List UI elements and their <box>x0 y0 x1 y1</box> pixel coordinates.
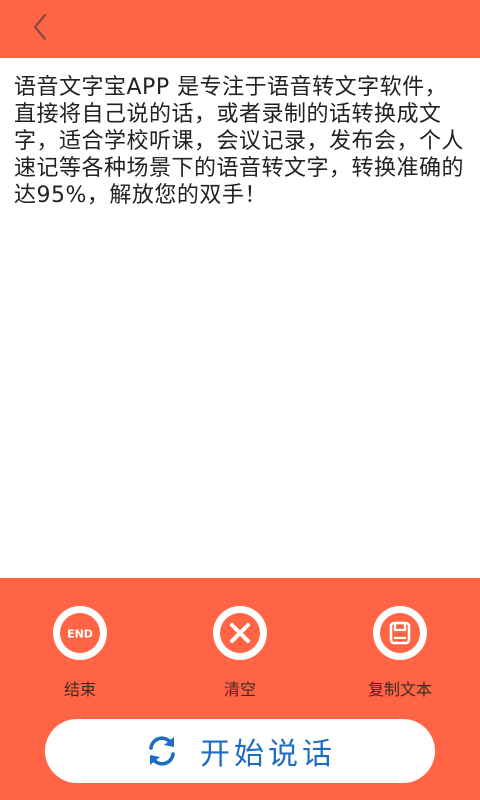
save-disk-icon <box>373 606 427 660</box>
end-button[interactable]: END 结束 <box>25 606 135 700</box>
chevron-left-icon <box>33 13 47 41</box>
clear-label: 清空 <box>223 680 256 699</box>
refresh-icon <box>149 736 175 766</box>
copy-text-button[interactable]: 复制文本 <box>345 606 455 700</box>
end-icon-text: END <box>67 628 93 641</box>
control-panel: END 结束 清空 复制文本 开始说话 <box>0 578 480 800</box>
end-icon: END <box>53 606 107 660</box>
start-speaking-button[interactable]: 开始说话 <box>45 719 435 783</box>
back-button[interactable] <box>22 8 62 48</box>
app-screen: 语音文字宝APP 是专注于语音转文字软件，直接将自己说的话，或者录制的话转换成文… <box>0 0 480 800</box>
top-bar <box>0 0 480 58</box>
transcript-text: 语音文字宝APP 是专注于语音转文字软件，直接将自己说的话，或者录制的话转换成文… <box>14 75 465 208</box>
start-speaking-label: 开始说话 <box>200 737 336 772</box>
end-label: 结束 <box>63 680 96 699</box>
copy-text-label: 复制文本 <box>367 680 432 699</box>
clear-x-icon <box>213 606 267 660</box>
clear-button[interactable]: 清空 <box>185 606 295 700</box>
